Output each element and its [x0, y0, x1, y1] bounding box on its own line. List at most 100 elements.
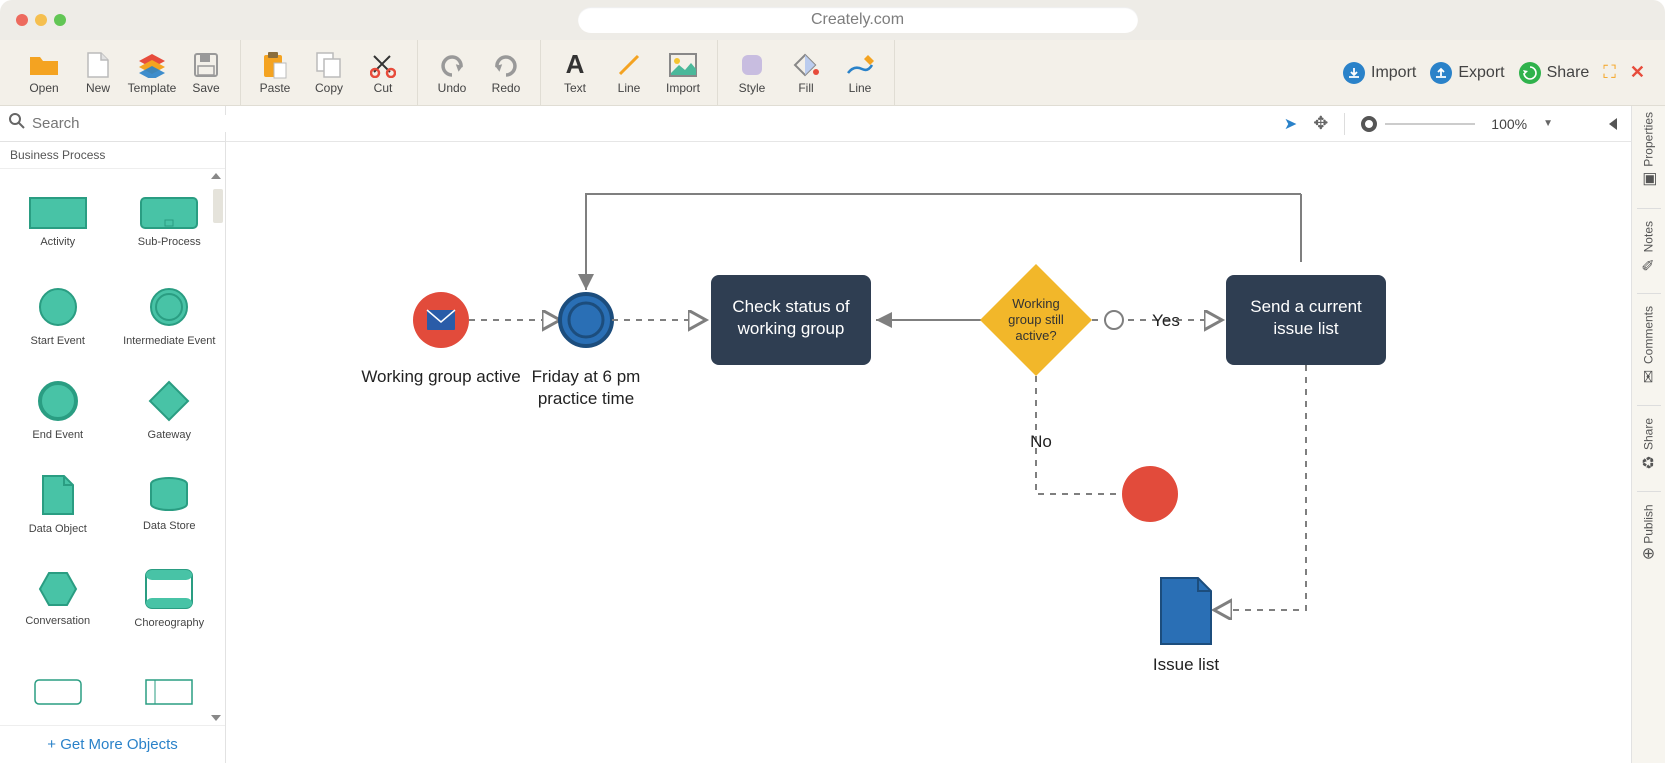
svg-text:group still: group still	[1008, 312, 1064, 327]
fill-icon	[793, 51, 819, 79]
tab-properties[interactable]: ▣Properties	[1639, 106, 1658, 202]
palette-scrollbar[interactable]	[209, 171, 223, 723]
text-icon: A	[566, 51, 585, 79]
folder-icon	[29, 51, 59, 79]
tab-publish[interactable]: ⊕Publish	[1639, 498, 1658, 573]
window-controls	[16, 14, 66, 26]
minimize-window-icon[interactable]	[35, 14, 47, 26]
shape-data-object[interactable]: Data Object	[2, 459, 114, 549]
copy-icon	[316, 51, 342, 79]
intermediate-event-icon	[1105, 311, 1123, 329]
titlebar: Creately.com	[0, 0, 1665, 40]
node-timer-label-2: practice time	[538, 389, 634, 408]
canvas[interactable]: ➤ ✥ 100% ▼ Working group active	[226, 106, 1631, 763]
paste-icon	[262, 51, 288, 79]
import-button[interactable]: Import	[1343, 62, 1416, 84]
canvas-toolbar: ➤ ✥ 100% ▼	[226, 106, 1631, 142]
shape-palette: ◢ Business Process Activity Sub-Process …	[0, 106, 226, 763]
redo-button[interactable]: Redo	[480, 45, 532, 101]
main-toolbar: Open New Template Save Paste Copy Cut	[0, 40, 1665, 106]
scroll-down-icon[interactable]	[211, 715, 221, 721]
properties-icon: ▣	[1639, 171, 1658, 190]
fill-button[interactable]: Fill	[780, 45, 832, 101]
undo-icon	[439, 51, 465, 79]
style-button[interactable]: Style	[726, 45, 778, 101]
shape-activity[interactable]: Activity	[2, 177, 114, 267]
svg-text:Send a current: Send a current	[1250, 297, 1362, 316]
chevron-down-icon[interactable]: ▼	[1543, 118, 1553, 129]
paste-button[interactable]: Paste	[249, 45, 301, 101]
search-input[interactable]	[32, 115, 231, 132]
pointer-icon[interactable]: ➤	[1284, 114, 1297, 134]
download-icon	[1343, 62, 1365, 84]
zoom-track[interactable]	[1385, 123, 1475, 125]
publish-icon: ⊕	[1642, 545, 1655, 564]
open-button[interactable]: Open	[18, 45, 70, 101]
issue-list-label: Issue list	[1153, 655, 1219, 674]
search-icon	[8, 112, 26, 135]
save-icon	[194, 51, 218, 79]
shape-end-event[interactable]: End Event	[2, 365, 114, 455]
export-button[interactable]: Export	[1430, 62, 1504, 84]
node-data-object[interactable]	[1161, 578, 1211, 644]
style-icon	[740, 51, 764, 79]
line-icon	[616, 51, 642, 79]
svg-text:Check status of: Check status of	[732, 297, 849, 316]
recycle-icon	[1519, 62, 1541, 84]
svg-text:active?: active?	[1015, 328, 1056, 343]
close-window-icon[interactable]	[16, 14, 28, 26]
undo-button[interactable]: Undo	[426, 45, 478, 101]
upload-icon	[1430, 62, 1452, 84]
pencil-icon	[846, 51, 874, 79]
tab-share[interactable]: ♻Share	[1639, 412, 1658, 485]
template-button[interactable]: Template	[126, 45, 178, 101]
palette-category: Business Process	[0, 142, 225, 169]
new-button[interactable]: New	[72, 45, 124, 101]
no-label: No	[1030, 432, 1052, 451]
yes-label: Yes	[1152, 311, 1180, 330]
tab-comments[interactable]: ✉Comments	[1639, 300, 1658, 399]
zoom-percent: 100%	[1491, 116, 1527, 132]
presentation-icon[interactable]: ⛶	[1603, 62, 1616, 83]
url-bar[interactable]: Creately.com	[578, 7, 1138, 33]
svg-text:issue list: issue list	[1273, 319, 1338, 338]
node-start-label-1: Working group active	[361, 367, 520, 386]
right-sidebar: ▣Properties ✎Notes ✉Comments ♻Share ⊕Pub…	[1631, 106, 1665, 763]
comments-icon: ✉	[1639, 368, 1658, 387]
line-tool-button[interactable]: Line	[603, 45, 655, 101]
template-icon	[137, 51, 167, 79]
diagram-svg: Working group active Friday at 6 pm prac…	[226, 142, 1626, 762]
scroll-up-icon[interactable]	[211, 173, 221, 179]
shape-conversation[interactable]: Conversation	[2, 553, 114, 643]
image-icon	[669, 51, 697, 79]
new-file-icon	[87, 51, 109, 79]
copy-button[interactable]: Copy	[303, 45, 355, 101]
redo-icon	[493, 51, 519, 79]
tab-notes[interactable]: ✎Notes	[1639, 215, 1658, 287]
collapse-right-icon[interactable]	[1609, 118, 1617, 130]
cut-button[interactable]: Cut	[357, 45, 409, 101]
share-button[interactable]: Share	[1519, 62, 1590, 84]
cut-icon	[370, 51, 396, 79]
zoom-control[interactable]	[1361, 116, 1475, 132]
shape-start-event[interactable]: Start Event	[2, 271, 114, 361]
import-image-button[interactable]: Import	[657, 45, 709, 101]
url-text: Creately.com	[811, 11, 904, 29]
node-timer-label-1: Friday at 6 pm	[532, 367, 641, 386]
svg-text:working group: working group	[737, 319, 845, 338]
get-more-objects-link[interactable]: + Get More Objects	[0, 725, 225, 763]
share-icon: ♻	[1639, 454, 1658, 473]
line-style-button[interactable]: Line	[834, 45, 886, 101]
zoom-handle-icon[interactable]	[1361, 116, 1377, 132]
notes-icon: ✎	[1639, 256, 1658, 275]
maximize-window-icon[interactable]	[54, 14, 66, 26]
save-button[interactable]: Save	[180, 45, 232, 101]
divider	[1344, 113, 1345, 135]
node-end-event[interactable]	[1122, 466, 1178, 522]
close-icon[interactable]: ✕	[1630, 62, 1645, 83]
scroll-thumb[interactable]	[213, 189, 223, 223]
pan-icon[interactable]: ✥	[1313, 113, 1328, 134]
text-button[interactable]: A Text	[549, 45, 601, 101]
svg-text:Working: Working	[1012, 296, 1059, 311]
shape-extra-1[interactable]	[2, 647, 114, 725]
